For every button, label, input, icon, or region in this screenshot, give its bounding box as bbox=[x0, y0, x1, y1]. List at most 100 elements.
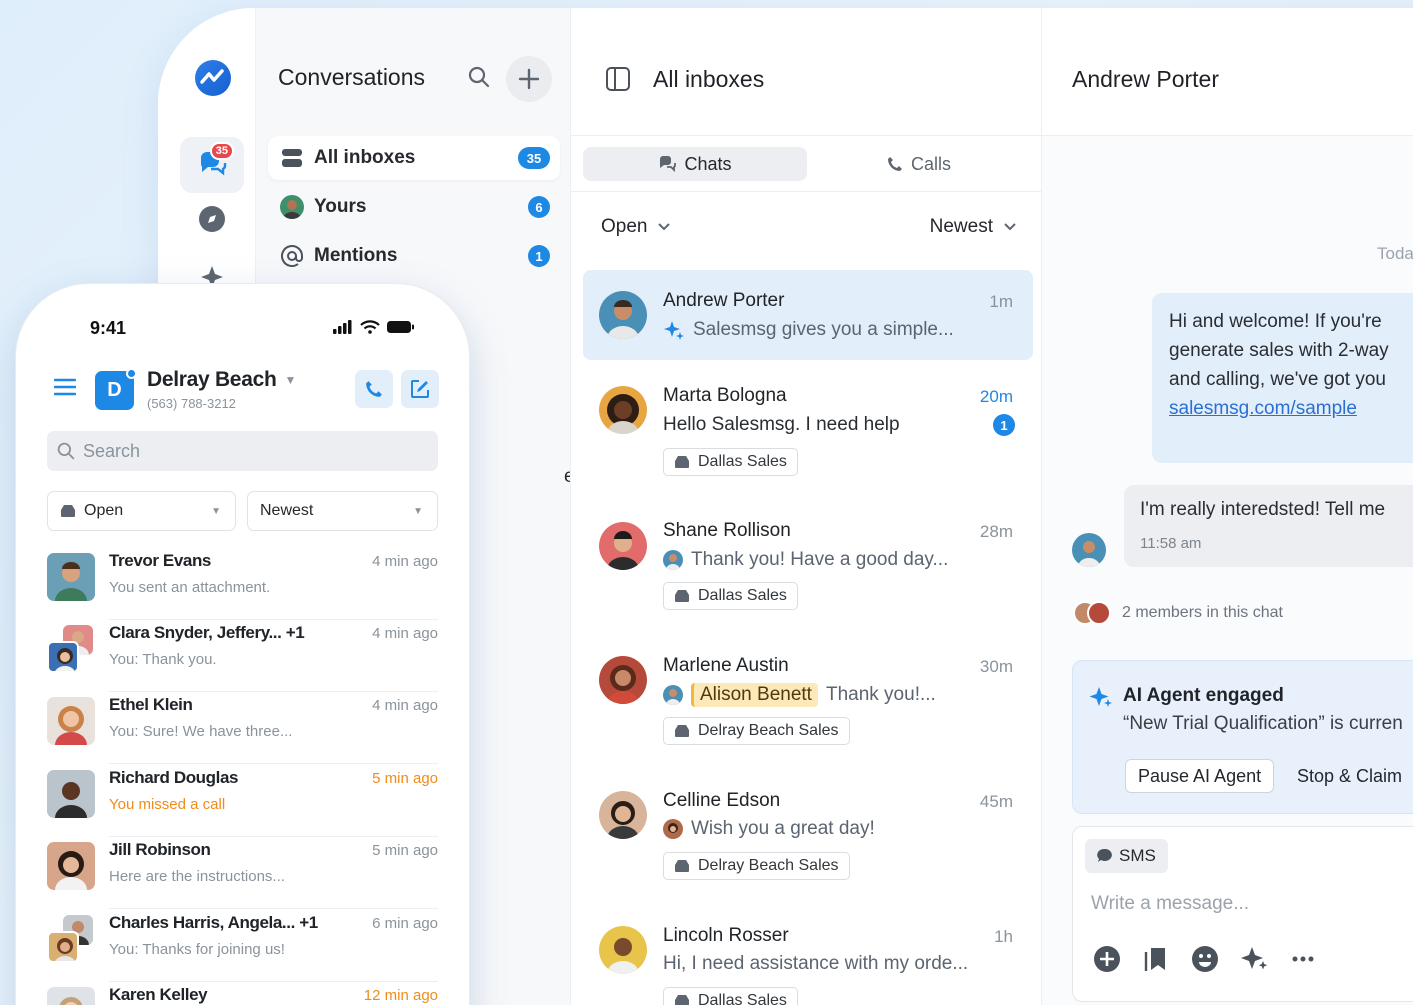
compose-button[interactable] bbox=[401, 370, 439, 408]
date-divider: Toda bbox=[1377, 244, 1413, 263]
rail-explore[interactable] bbox=[180, 191, 244, 247]
inbox-tag-label: Dallas Sales bbox=[698, 453, 787, 470]
chat-preview: Alison Benett Thank you!... bbox=[663, 683, 936, 707]
inbox-icon bbox=[675, 725, 689, 737]
contact-name: Charles Harris, Angela... +1 bbox=[109, 913, 318, 932]
add-conversation-button[interactable] bbox=[506, 56, 552, 102]
message-line: and calling, we've got you bbox=[1169, 369, 1386, 390]
list-item[interactable]: Charles Harris, Angela... +1 6 min ago Y… bbox=[47, 910, 438, 982]
inbox-tag: Delray Beach Sales bbox=[663, 852, 850, 880]
row-preview: Here are the instructions... bbox=[109, 868, 285, 885]
inbox-phone-number: (563) 788-3212 bbox=[147, 396, 236, 411]
stop-and-claim-button[interactable]: Stop & Claim bbox=[1295, 759, 1404, 793]
status-bar-time: 9:41 bbox=[90, 318, 127, 338]
ai-sparkle-icon bbox=[664, 321, 684, 340]
inbox-initial: D bbox=[107, 379, 122, 401]
channel-selector[interactable]: SMS bbox=[1085, 839, 1168, 873]
chat-preview-text: Hi, I need assistance with my orde... bbox=[663, 953, 969, 974]
group-avatar bbox=[47, 915, 95, 963]
conv-item-yours[interactable]: Yours 6 bbox=[268, 185, 560, 229]
salesmsg-logo-icon[interactable] bbox=[195, 60, 231, 96]
inbox-tag: Delray Beach Sales bbox=[663, 717, 850, 745]
contact-name: Ethel Klein bbox=[109, 695, 193, 714]
row-preview: You: Sure! We have three... bbox=[109, 723, 293, 740]
unread-badge: 1 bbox=[993, 414, 1015, 436]
rail-conversations[interactable]: 35 bbox=[180, 137, 244, 193]
status-filter-select[interactable]: Open ▼ bbox=[47, 491, 236, 531]
pause-ai-agent-button[interactable]: Pause AI Agent bbox=[1125, 759, 1275, 793]
conv-item-all-inboxes[interactable]: All inboxes 35 bbox=[268, 136, 560, 180]
channel-label: SMS bbox=[1119, 846, 1156, 865]
more-icon[interactable] bbox=[1291, 955, 1315, 963]
hamburger-menu-icon[interactable] bbox=[53, 377, 77, 402]
chat-item-celline-edson[interactable]: Celline Edson 45m Wish you a great day! … bbox=[583, 778, 1033, 890]
sort-filter-dropdown[interactable]: Newest bbox=[930, 216, 1017, 238]
tab-calls[interactable]: Calls bbox=[807, 147, 1031, 181]
at-sign-icon bbox=[281, 245, 303, 267]
contact-name: Clara Snyder, Jeffery... +1 bbox=[109, 623, 305, 642]
list-item[interactable]: Trevor Evans 4 min ago You sent an attac… bbox=[47, 548, 438, 620]
inbox-switcher[interactable]: Delray Beach ▼ bbox=[147, 368, 296, 392]
chat-item-shane-rollison[interactable]: Shane Rollison 28m Thank you! Have a goo… bbox=[583, 508, 1033, 620]
inbox-avatar: D bbox=[95, 368, 137, 410]
ai-sparkle-icon[interactable] bbox=[1241, 945, 1269, 973]
message-composer: SMS Write a message... bbox=[1072, 826, 1413, 1002]
emoji-icon[interactable] bbox=[1191, 945, 1219, 973]
inbox-tag: Dallas Sales bbox=[663, 987, 798, 1005]
list-item[interactable]: Richard Douglas 5 min ago You missed a c… bbox=[47, 765, 438, 837]
message-icon bbox=[1097, 848, 1112, 862]
call-button[interactable] bbox=[355, 370, 393, 408]
row-time: 6 min ago bbox=[372, 915, 438, 932]
inbox-tag-label: Dallas Sales bbox=[698, 587, 787, 604]
chat-item-andrew-porter[interactable]: Andrew Porter 1m Salesmsg gives you a si… bbox=[583, 270, 1033, 360]
search-icon[interactable] bbox=[468, 66, 490, 93]
contact-avatar bbox=[599, 522, 647, 570]
mention-chip[interactable]: Alison Benett bbox=[691, 683, 818, 707]
sort-filter-value: Newest bbox=[929, 216, 993, 237]
list-item[interactable]: Karen Kelley 12 min ago bbox=[47, 982, 438, 1005]
status-filter-dropdown[interactable]: Open bbox=[601, 216, 671, 238]
chevron-down-icon bbox=[658, 223, 671, 231]
add-attachment-icon[interactable] bbox=[1093, 945, 1121, 973]
search-input[interactable]: Search bbox=[47, 431, 438, 471]
row-time: 12 min ago bbox=[363, 987, 438, 1004]
group-avatar bbox=[47, 625, 95, 673]
contact-avatar bbox=[599, 291, 647, 339]
wifi-icon bbox=[360, 320, 380, 334]
conv-item-mentions[interactable]: Mentions 1 bbox=[268, 234, 560, 278]
inbox-tag: Dallas Sales bbox=[663, 582, 798, 610]
incoming-message: Hi and welcome! If you're generate sales… bbox=[1152, 293, 1413, 463]
phone-icon bbox=[887, 157, 902, 171]
conversations-title: Conversations bbox=[278, 64, 426, 90]
tab-chats[interactable]: Chats bbox=[583, 147, 807, 181]
templates-icon[interactable] bbox=[1143, 946, 1169, 972]
battery-icon bbox=[387, 321, 414, 333]
conversation-header: Andrew Porter bbox=[1042, 8, 1413, 136]
rail-unread-badge: 35 bbox=[209, 142, 234, 160]
contact-avatar bbox=[47, 553, 95, 601]
members-indicator[interactable]: 2 members in this chat bbox=[1072, 600, 1283, 626]
contact-name: Richard Douglas bbox=[109, 768, 239, 787]
agent-avatar bbox=[663, 685, 683, 705]
missed-call-text: You missed a call bbox=[109, 796, 226, 813]
message-link[interactable]: salesmsg.com/sample bbox=[1169, 398, 1357, 419]
sidebar-toggle-icon[interactable] bbox=[605, 66, 631, 97]
chat-preview: Thank you! Have a good day... bbox=[663, 549, 948, 571]
chat-preview-text: Wish you a great day! bbox=[691, 818, 875, 839]
contact-name: Jill Robinson bbox=[109, 840, 211, 859]
sort-filter-value: Newest bbox=[260, 502, 314, 519]
message-input[interactable]: Write a message... bbox=[1091, 893, 1249, 915]
chat-time: 20m bbox=[979, 387, 1013, 406]
chat-preview: Hi, I need assistance with my orde... bbox=[663, 953, 968, 975]
contact-name: Karen Kelley bbox=[109, 985, 208, 1004]
contact-name: Celline Edson bbox=[663, 790, 781, 811]
chat-item-marta-bologna[interactable]: Marta Bologna 20m Hello Salesmsg. I need… bbox=[583, 374, 1033, 486]
sort-filter-select[interactable]: Newest ▼ bbox=[247, 491, 438, 531]
list-item[interactable]: Ethel Klein 4 min ago You: Sure! We have… bbox=[47, 692, 438, 764]
list-item[interactable]: Jill Robinson 5 min ago Here are the ins… bbox=[47, 837, 438, 909]
list-item[interactable]: Clara Snyder, Jeffery... +1 4 min ago Yo… bbox=[47, 620, 438, 692]
chat-item-lincoln-rosser[interactable]: Lincoln Rosser 1h Hi, I need assistance … bbox=[583, 913, 1033, 1005]
contact-name: Marlene Austin bbox=[663, 655, 789, 676]
divider bbox=[109, 908, 438, 909]
chat-item-marlene-austin[interactable]: Marlene Austin 30m Alison Benett Thank y… bbox=[583, 643, 1033, 755]
